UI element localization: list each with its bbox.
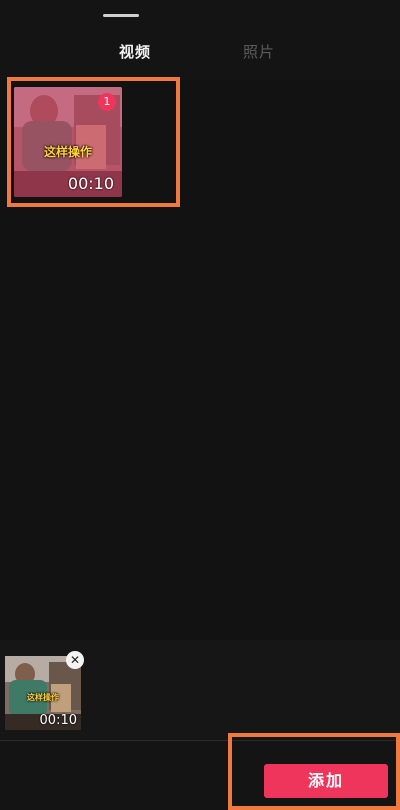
remove-button[interactable]: ✕	[66, 651, 84, 669]
video-caption: 这样操作	[43, 145, 92, 159]
close-icon: ✕	[69, 653, 81, 667]
media-picker-screen: 视频 照片 1 这样操作 00:10 这样操作 00:10 ✕ 添加	[0, 0, 400, 810]
video-thumbnail-selected[interactable]: 1 这样操作 00:10	[14, 87, 122, 197]
tray-divider	[0, 740, 400, 741]
media-type-tabs: 视频 照片	[0, 42, 400, 64]
tab-video[interactable]: 视频	[119, 42, 151, 62]
drag-handle[interactable]	[103, 14, 139, 17]
tab-photo[interactable]: 照片	[243, 42, 275, 62]
tray-video-duration: 00:10	[39, 713, 77, 728]
tray-video-caption: 这样操作	[27, 693, 59, 702]
add-button[interactable]: 添加	[264, 764, 388, 798]
selection-number-badge[interactable]: 1	[98, 93, 116, 111]
video-duration: 00:10	[67, 174, 114, 193]
